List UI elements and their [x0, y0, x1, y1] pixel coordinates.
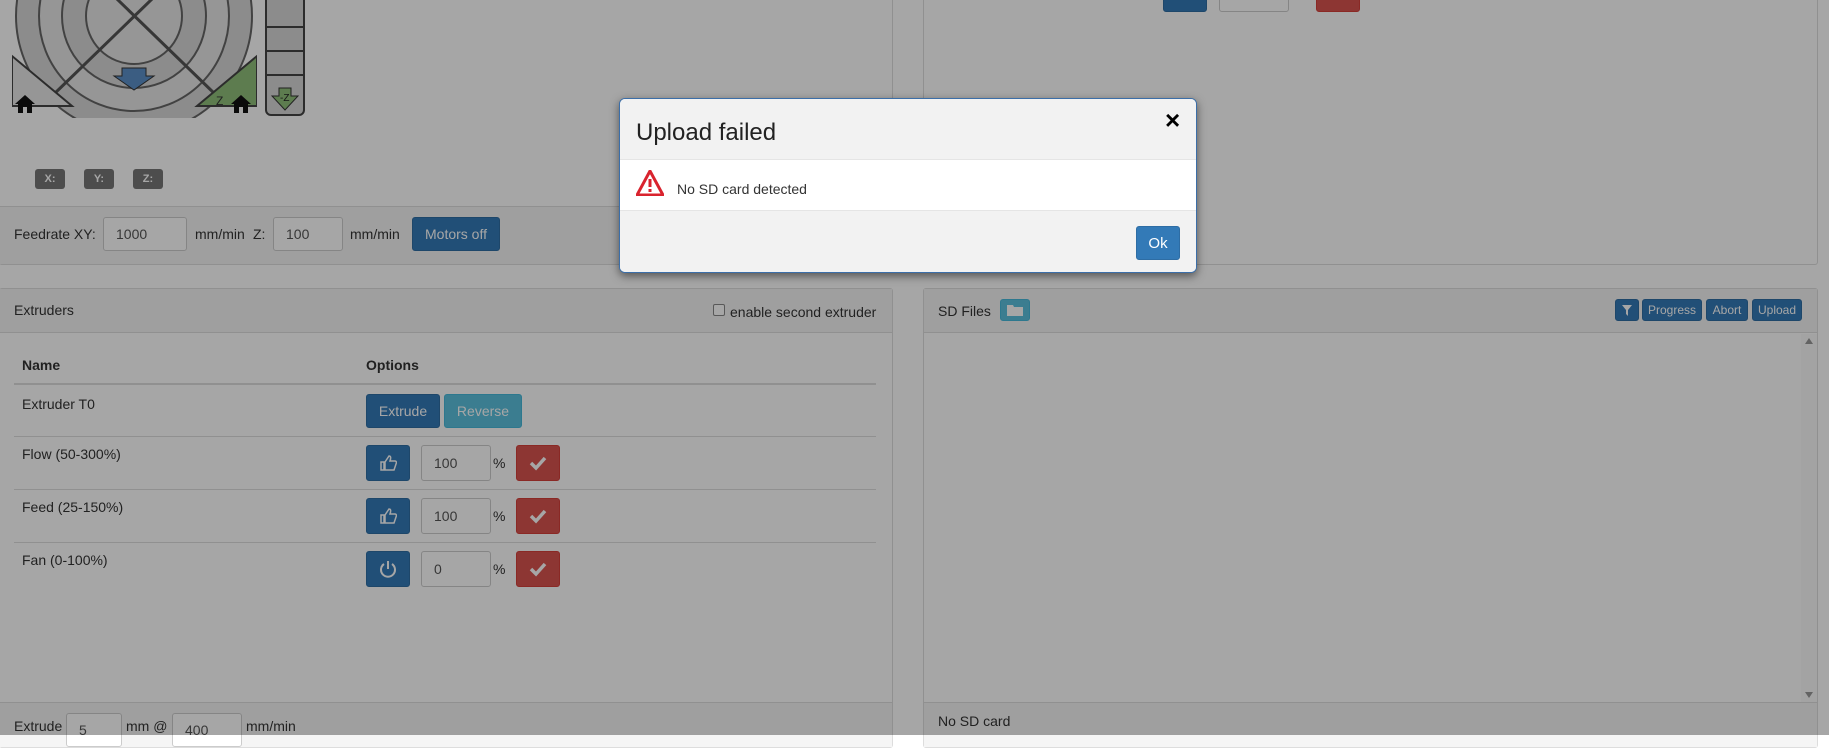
modal-footer: Ok: [620, 210, 1196, 272]
upload-failed-dialog: Upload failed × No SD card detected Ok: [619, 98, 1197, 273]
modal-message: No SD card detected: [677, 181, 807, 197]
modal-title: Upload failed: [636, 119, 777, 146]
close-icon[interactable]: ×: [1165, 107, 1180, 133]
ok-button[interactable]: Ok: [1136, 226, 1180, 260]
warning-icon: [636, 170, 664, 196]
modal-header: Upload failed ×: [620, 99, 1196, 160]
